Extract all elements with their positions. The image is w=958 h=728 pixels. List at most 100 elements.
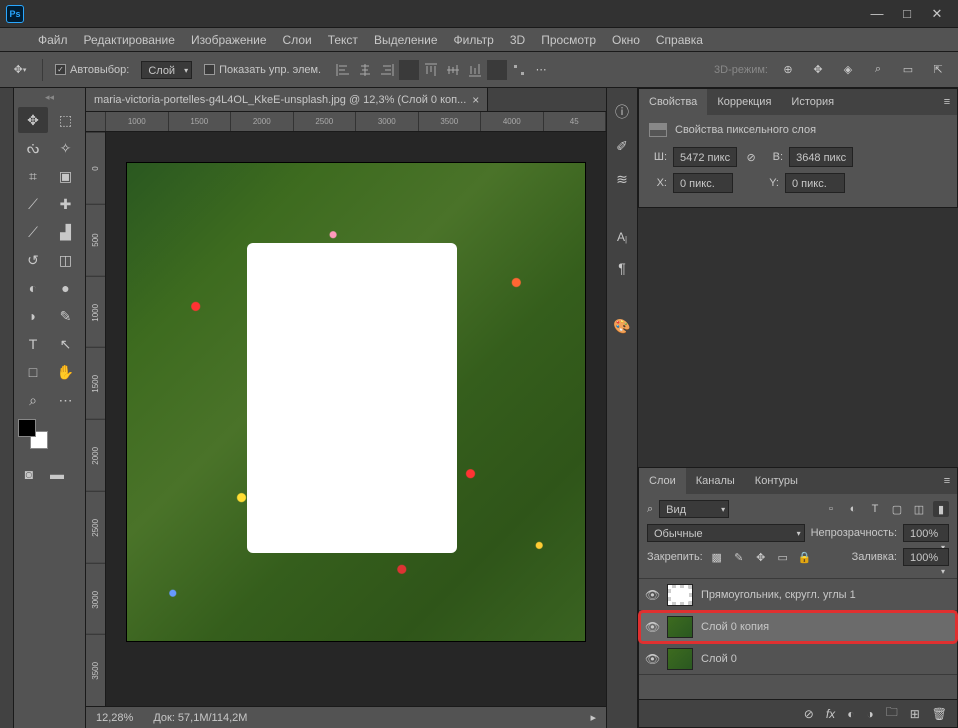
menu-text[interactable]: Текст [320,28,366,52]
tab-paths[interactable]: Контуры [745,468,808,494]
menu-layers[interactable]: Слои [275,28,320,52]
layer-row[interactable]: 👁 Слой 0 [639,643,957,675]
lock-paint-icon[interactable]: ✎ [731,549,747,565]
menu-filter[interactable]: Фильтр [446,28,502,52]
zoom-tool[interactable]: ⌕ [18,387,48,413]
align-top-icon[interactable] [421,60,441,80]
move-tool-icon[interactable]: ✥▾ [10,60,30,80]
screenmode-button[interactable]: ▬ [46,465,68,483]
align-left-icon[interactable] [333,60,353,80]
align-center-h-icon[interactable] [355,60,375,80]
menu-select[interactable]: Выделение [366,28,446,52]
crop-tool[interactable]: ⌗ [18,163,48,189]
status-arrow-icon[interactable]: ▸ [590,711,596,724]
toolbox-collapse-icon[interactable]: ◂◂ [18,92,81,103]
hand-tool[interactable]: ✋ [51,359,81,385]
fill-field[interactable]: 100% [903,548,949,566]
tab-adjustments[interactable]: Коррекция [707,89,781,115]
edit-toolbar-button[interactable]: ⋯ [51,387,81,413]
tab-properties[interactable]: Свойства [639,89,707,115]
dodge-tool[interactable]: ◗ [18,303,48,329]
blend-mode-dropdown[interactable]: Обычные [647,524,805,542]
more-align-icon[interactable]: ⋯ [531,60,551,80]
filter-pixel-icon[interactable]: ▫ [823,501,839,517]
minimize-button[interactable]: — [870,7,884,21]
shape-tool[interactable]: □ [18,359,48,385]
layer-row-selected[interactable]: 👁 Слой 0 копия [639,611,957,643]
stamp-tool[interactable]: ▟ [51,219,81,245]
menu-edit[interactable]: Редактирование [76,28,183,52]
link-layers-icon[interactable]: ⊘ [804,707,814,721]
eyedropper-tool[interactable]: ⟋ [18,191,48,217]
filter-toggle-icon[interactable]: ▮ [933,501,949,517]
filter-smartobj-icon[interactable]: ◫ [911,501,927,517]
lock-pixels-icon[interactable]: ▩ [709,549,725,565]
x-field[interactable]: 0 пикс. [673,173,733,193]
search-icon[interactable]: ⌕ [868,60,888,80]
menu-window[interactable]: Окно [604,28,648,52]
share-icon[interactable]: ⇱ [928,60,948,80]
brush-panel-icon[interactable]: ✐ [616,138,628,155]
adjustments-panel-icon[interactable]: ≋ [616,171,628,188]
align-center-v-icon[interactable] [443,60,463,80]
history-brush-tool[interactable]: ↺ [18,247,48,273]
info-panel-icon[interactable]: ⓘ [615,102,629,122]
3d-zoom-icon[interactable]: ◈ [838,60,858,80]
layer-filter-dropdown[interactable]: Вид [659,500,729,518]
heal-tool[interactable]: ✚ [51,191,81,217]
menu-view[interactable]: Просмотр [533,28,604,52]
eraser-tool[interactable]: ◫ [51,247,81,273]
3d-pan-icon[interactable]: ✥ [808,60,828,80]
character-panel-icon[interactable]: A| [617,230,627,244]
wand-tool[interactable]: ✧ [51,135,81,161]
new-layer-icon[interactable]: ⊞ [910,707,920,721]
frame-tool[interactable]: ▣ [51,163,81,189]
width-field[interactable]: 5472 пикс [673,147,737,167]
layer-mask-icon[interactable]: ◐ [847,707,854,721]
foreground-color[interactable] [18,419,36,437]
workspace-icon[interactable]: ▭ [898,60,918,80]
pen-tool[interactable]: ✎ [51,303,81,329]
move-tool[interactable]: ✥ [18,107,48,133]
visibility-toggle-icon[interactable]: 👁 [645,620,659,634]
brush-tool[interactable]: ⟋ [18,219,48,245]
color-swatches[interactable] [18,419,48,449]
link-wh-icon[interactable]: ⊘ [743,151,759,164]
tab-layers[interactable]: Слои [639,468,686,494]
close-tab-icon[interactable]: × [472,93,479,107]
auto-select-dropdown[interactable]: Слой [141,61,192,79]
menu-help[interactable]: Справка [648,28,711,52]
marquee-tool[interactable]: ⬚ [51,107,81,133]
blur-tool[interactable]: ● [51,275,81,301]
lock-artboard-icon[interactable]: ▭ [775,549,791,565]
zoom-level[interactable]: 12,28% [96,712,133,724]
align-right-icon[interactable] [377,60,397,80]
lock-position-icon[interactable]: ✥ [753,549,769,565]
y-field[interactable]: 0 пикс. [785,173,845,193]
type-tool[interactable]: T [18,331,48,357]
opacity-field[interactable]: 100% [903,524,949,542]
close-button[interactable]: ✕ [930,7,944,21]
filter-adjustment-icon[interactable]: ◐ [845,501,861,517]
lock-all-icon[interactable]: 🔒 [797,549,813,565]
new-group-icon[interactable]: 🗀 [886,703,898,724]
align-bottom-icon[interactable] [465,60,485,80]
canvas-viewport[interactable] [106,132,606,706]
height-field[interactable]: 3648 пикс [789,147,853,167]
maximize-button[interactable]: □ [900,7,914,21]
menu-file[interactable]: Файл [30,28,76,52]
tab-channels[interactable]: Каналы [686,468,745,494]
adjustment-layer-icon[interactable]: ◑ [866,707,873,721]
auto-select-checkbox[interactable]: ✓ Автовыбор: [55,64,129,76]
color-panel-icon[interactable]: 🎨 [613,318,630,335]
show-controls-checkbox[interactable]: Показать упр. элем. [204,64,321,76]
distribute-icon[interactable] [509,60,529,80]
document-tab[interactable]: maria-victoria-portelles-g4L4OL_KkeE-uns… [86,88,488,111]
doc-size-info[interactable]: Док: 57,1M/114,2M [153,712,247,724]
paragraph-panel-icon[interactable]: ¶ [618,260,626,276]
visibility-toggle-icon[interactable]: 👁 [645,588,659,602]
path-select-tool[interactable]: ↖ [51,331,81,357]
delete-layer-icon[interactable]: 🗑 [932,707,947,721]
layer-style-icon[interactable]: fx [826,707,835,721]
quickmask-button[interactable]: ◙ [18,465,40,483]
